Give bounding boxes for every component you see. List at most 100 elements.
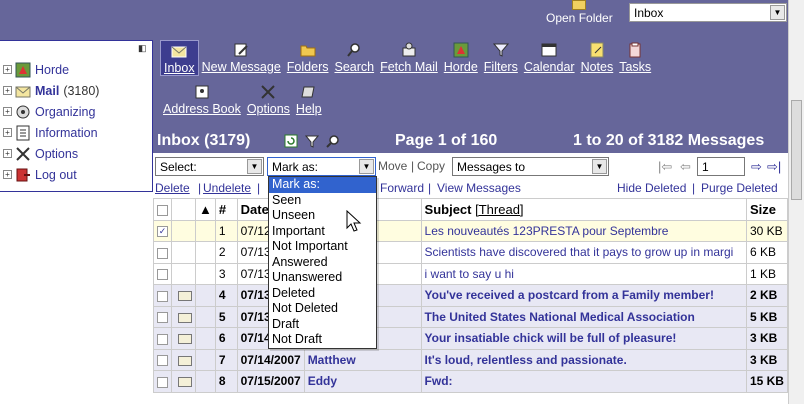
nav-folders[interactable]: Folders — [284, 40, 332, 76]
refresh-icon[interactable] — [284, 134, 298, 148]
row-checkbox[interactable] — [157, 376, 168, 388]
message-subject[interactable]: i want to say u hi — [420, 262, 747, 285]
message-from[interactable]: Matthew — [303, 348, 422, 371]
sort-arrow-icon[interactable]: ▲ — [195, 198, 216, 221]
markas-option[interactable]: Unanswered — [269, 270, 376, 286]
expand-icon[interactable]: + — [3, 170, 12, 179]
chevron-down-icon[interactable]: ▼ — [247, 159, 262, 174]
subject-header-label[interactable]: Subject — [425, 202, 472, 217]
undelete-link[interactable]: Undelete — [203, 181, 251, 195]
purge-deleted-link[interactable]: Purge Deleted — [701, 181, 778, 195]
nav-address-book[interactable]: Address Book — [160, 82, 244, 118]
table-row[interactable]: 2 07/13/Scientists have discovered that i… — [153, 241, 789, 264]
chevron-down-icon[interactable]: ▼ — [592, 159, 607, 174]
message-subject[interactable]: Your insatiable chick will be full of pl… — [420, 327, 747, 350]
expand-icon[interactable]: + — [3, 128, 12, 137]
row-checkbox[interactable]: ✓ — [157, 226, 168, 238]
nav-calendar[interactable]: Calendar — [521, 40, 578, 76]
message-from[interactable]: Eddy — [303, 370, 422, 393]
chevron-down-icon[interactable]: ▼ — [770, 5, 785, 20]
row-checkbox[interactable] — [157, 290, 168, 302]
sidebar-item-organizing[interactable]: + Organizing — [3, 101, 99, 122]
nav-help[interactable]: Help — [293, 82, 325, 118]
filter-icon[interactable] — [305, 134, 319, 148]
row-checkbox-cell[interactable] — [153, 284, 172, 307]
page-number-input[interactable]: 1 — [697, 157, 745, 176]
row-checkbox[interactable] — [157, 355, 168, 367]
row-checkbox-cell[interactable] — [153, 370, 172, 393]
nav-search[interactable]: Search — [331, 40, 377, 76]
markas-option[interactable]: Not Draft — [269, 332, 376, 348]
nav-tasks[interactable]: Tasks — [616, 40, 654, 76]
table-row[interactable]: 5 07/13/The United States National Medica… — [153, 305, 789, 328]
markas-option[interactable]: Deleted — [269, 286, 376, 302]
scrollbar-thumb[interactable] — [791, 100, 802, 200]
size-header[interactable]: Size — [745, 198, 789, 221]
expand-icon[interactable]: + — [3, 149, 12, 158]
nav-notes[interactable]: Notes — [578, 40, 617, 76]
row-checkbox-cell[interactable] — [153, 262, 172, 285]
nav-new-message[interactable]: New Message — [199, 40, 284, 76]
first-page-icon[interactable]: |⇦ — [658, 159, 672, 175]
message-subject[interactable]: Fwd: — [420, 370, 747, 393]
sidebar-item-information[interactable]: + Information — [3, 122, 99, 143]
subject-header[interactable]: Subject [Thread] — [420, 198, 747, 221]
markas-option[interactable]: Mark as: — [269, 177, 376, 193]
move-link[interactable]: Move — [378, 159, 407, 173]
table-row[interactable]: 607/14/oYour insatiable chick will be fu… — [153, 327, 789, 350]
row-checkbox-cell[interactable] — [153, 241, 172, 264]
sidebar-item-options[interactable]: + Options — [3, 143, 99, 164]
select-all-checkbox[interactable] — [157, 204, 168, 216]
row-checkbox-cell[interactable] — [153, 305, 172, 328]
expand-icon[interactable]: + — [3, 65, 12, 74]
row-checkbox-cell[interactable] — [153, 327, 172, 350]
row-checkbox[interactable] — [157, 312, 168, 324]
row-checkbox[interactable] — [157, 269, 168, 281]
markas-options-list[interactable]: Mark as: Seen Unseen Important Not Important… — [268, 176, 377, 349]
markas-dropdown[interactable]: Mark as: ▼ — [267, 157, 376, 176]
table-row[interactable]: ✓107/12/omLes nouveautés 123PRESTA pour … — [153, 219, 789, 242]
delete-link[interactable]: Delete — [155, 181, 190, 195]
sidebar-item-mail[interactable]: + Mail (3180) — [3, 80, 99, 101]
forward-link[interactable]: Forward — [380, 181, 424, 195]
pin-icon[interactable]: ◧ — [138, 43, 148, 53]
row-checkbox[interactable] — [157, 333, 168, 345]
view-messages-link[interactable]: View Messages — [437, 181, 521, 195]
next-page-icon[interactable]: ⇨ — [751, 159, 762, 175]
message-subject[interactable]: It's loud, relentless and passionate. — [420, 348, 747, 371]
num-header[interactable]: # — [214, 198, 238, 221]
sidebar-item-horde[interactable]: + Horde — [3, 59, 99, 80]
table-row[interactable]: 7 07/14/2007 Matthew It's loud, relentless … — [153, 348, 789, 371]
nav-horde[interactable]: Horde — [441, 40, 481, 76]
last-page-icon[interactable]: ⇨| — [767, 159, 781, 175]
markas-option[interactable]: Answered — [269, 255, 376, 271]
search-icon[interactable] — [326, 134, 340, 148]
message-subject[interactable]: You've received a postcard from a Family… — [420, 284, 747, 307]
markas-option[interactable]: Draft — [269, 317, 376, 333]
messages-to-dropdown[interactable]: Messages to ▼ — [452, 157, 609, 176]
table-row[interactable]: 407/13/mYou've received a postcard from … — [153, 284, 789, 307]
row-checkbox-cell[interactable] — [153, 348, 172, 371]
row-checkbox[interactable] — [157, 247, 168, 259]
message-subject[interactable]: The United States National Medical Assoc… — [420, 305, 747, 328]
row-checkbox-cell[interactable]: ✓ — [153, 219, 172, 242]
markas-option[interactable]: Not Important — [269, 239, 376, 255]
page-scrollbar[interactable] — [788, 0, 804, 404]
markas-option[interactable]: Not Deleted — [269, 301, 376, 317]
nav-filters[interactable]: Filters — [481, 40, 521, 76]
table-row[interactable]: 8 07/15/2007 Eddy Fwd: 15 KB — [153, 370, 789, 393]
expand-icon[interactable]: + — [3, 107, 12, 116]
nav-inbox[interactable]: Inbox — [160, 40, 199, 76]
open-folder-button[interactable]: Open Folder — [546, 0, 613, 25]
sidebar-item-log-out[interactable]: + Log out — [3, 164, 99, 185]
table-row[interactable]: 3 07/13/i want to say u hi 1 KB — [153, 262, 789, 285]
expand-icon[interactable]: + — [3, 86, 12, 95]
message-subject[interactable]: Les nouveautés 123PRESTA pour Septembre — [420, 219, 747, 242]
prev-page-icon[interactable]: ⇦ — [680, 159, 691, 175]
select-dropdown[interactable]: Select: ▼ — [155, 157, 264, 176]
nav-options[interactable]: Options — [244, 82, 293, 118]
hide-deleted-link[interactable]: Hide Deleted — [617, 181, 686, 195]
chevron-down-icon[interactable]: ▼ — [359, 159, 374, 174]
select-all-cell[interactable] — [153, 198, 172, 221]
copy-link[interactable]: Copy — [417, 159, 445, 173]
